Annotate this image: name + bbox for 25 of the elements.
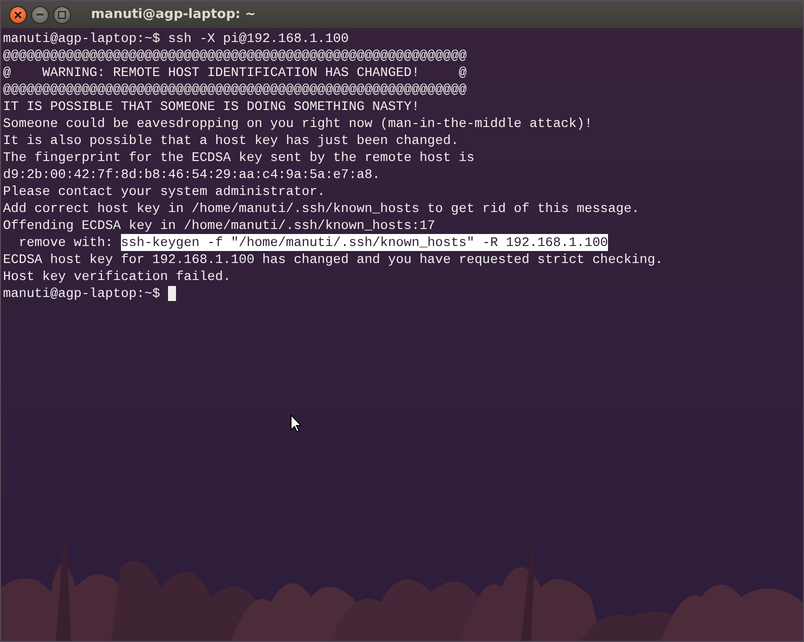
terminal-line: remove with: <box>18 234 114 251</box>
terminal-line: Someone could be eavesdropping on you right now (man-in-the-middle attack)! <box>3 115 592 132</box>
shell-prompt: manuti@agp-laptop:~$ <box>3 285 162 302</box>
terminal-line: Add correct host key in /home/manuti/.ssh/known_hosts to get rid of this message. <box>3 200 640 217</box>
terminal-line: Offending ECDSA key in /home/manuti/.ssh/known_hosts:17 <box>3 217 436 234</box>
mouse-pointer-icon <box>290 414 302 433</box>
terminal-line: It is also possible that a host key has just been changed. <box>3 132 459 149</box>
minimize-icon <box>36 13 44 16</box>
terminal-line: @@@@@@@@@@@@@@@@@@@@@@@@@@@@@@@@@@@@@@@@@@@@@@@@@@@@@@@@@@@ <box>3 47 467 64</box>
maximize-icon <box>58 10 66 18</box>
terminal-line: Host key verification failed. <box>3 268 231 285</box>
minimize-button[interactable] <box>31 6 49 24</box>
selected-text: ssh-keygen -f "/home/manuti/.ssh/known_hosts" -R 192.168.1.100 <box>120 234 608 251</box>
maximize-button[interactable] <box>53 6 71 24</box>
window-title: manuti@agp-laptop: ~ <box>91 6 256 24</box>
terminal-line: ECDSA host key for 192.168.1.100 has changed and you have requested strict checking. <box>3 251 664 268</box>
close-icon <box>14 10 22 18</box>
terminal-line: d9:2b:00:42:7f:8d:b8:46:54:29:aa:c4:9a:5a:e7:a8. <box>3 166 380 183</box>
close-button[interactable] <box>9 6 27 24</box>
terminal-line: @@@@@@@@@@@@@@@@@@@@@@@@@@@@@@@@@@@@@@@@@@@@@@@@@@@@@@@@@@@ <box>3 81 467 98</box>
terminal-line: Please contact your system administrator. <box>3 183 326 200</box>
terminal-line: IT IS POSSIBLE THAT SOMEONE IS DOING SOMETHING NASTY! <box>3 98 420 115</box>
terminal-line: manuti@agp-laptop:~$ ssh -X pi@192.168.1.100 <box>3 30 349 47</box>
terminal-line: @ WARNING: REMOTE HOST IDENTIFICATION HAS CHANGED! @ <box>3 64 467 81</box>
terminal-line: The fingerprint for the ECDSA key sent by the remote host is <box>3 149 474 166</box>
